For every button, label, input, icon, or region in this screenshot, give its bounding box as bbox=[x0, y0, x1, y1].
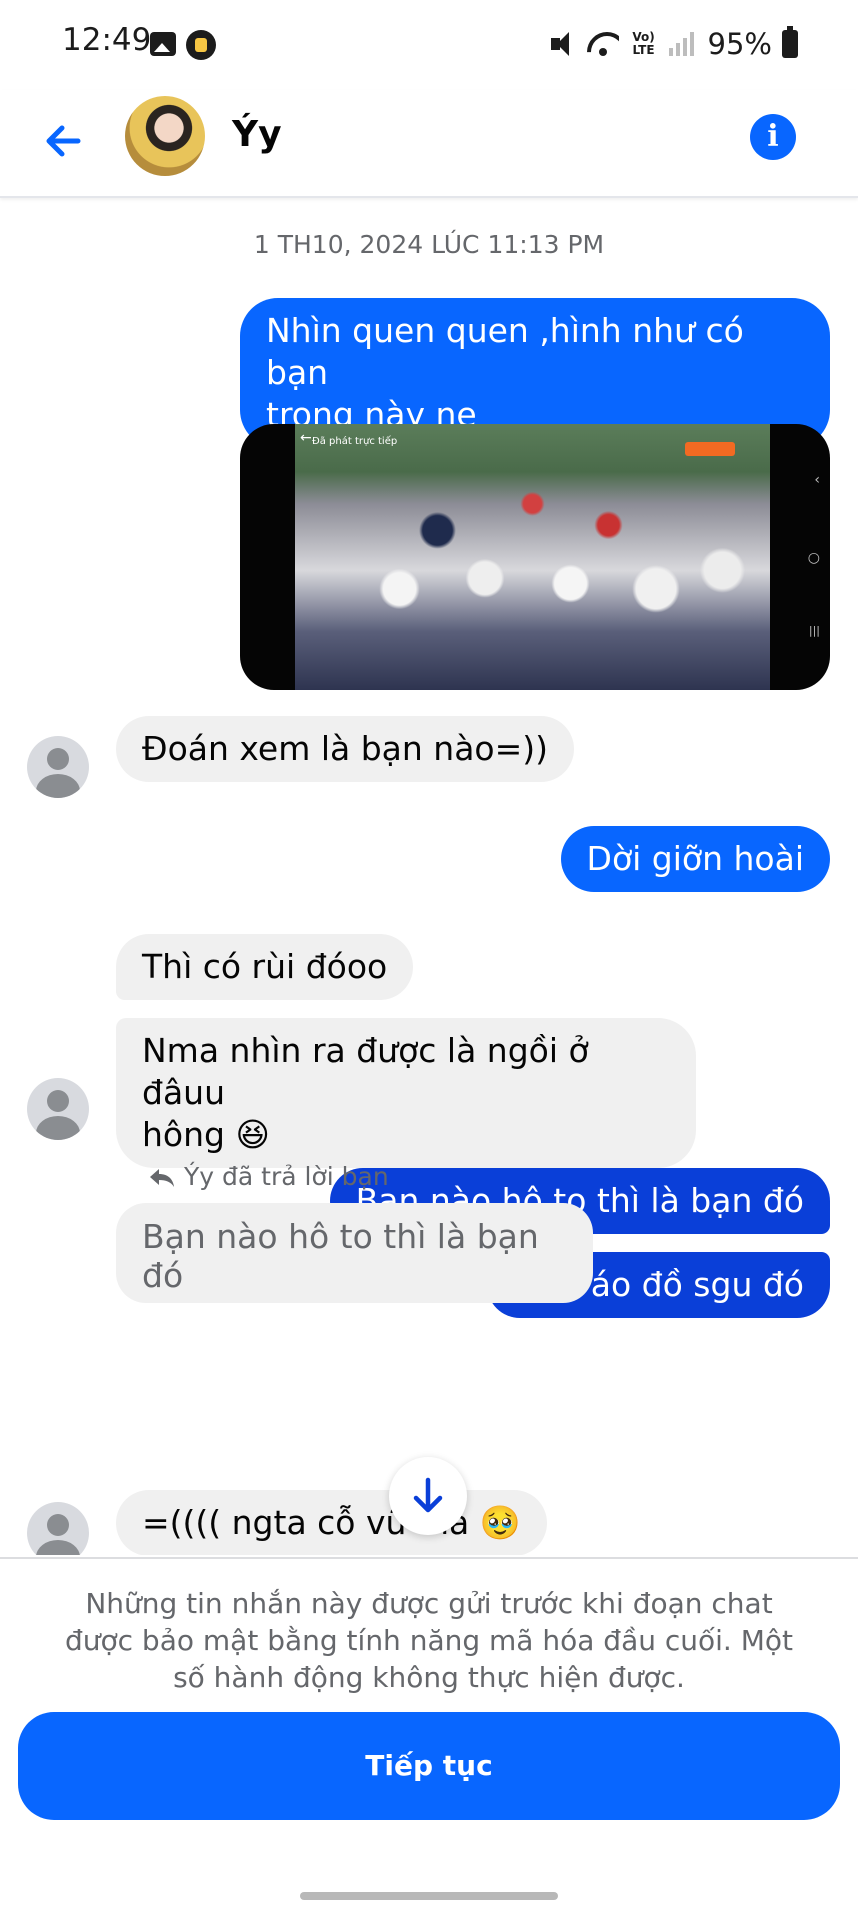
network-type: Vo) LTE bbox=[632, 30, 655, 57]
message-text: Dời giỡn hoài bbox=[586, 839, 804, 878]
conversation-timestamp: 1 TH10, 2024 LÚC 11:13 PM bbox=[253, 230, 605, 259]
status-time: 12:49 bbox=[62, 22, 152, 58]
contact-name[interactable]: Ýy bbox=[232, 114, 282, 155]
message-text: Nma nhìn ra được là ngồi ở đâuu bbox=[142, 1031, 589, 1112]
photo-nav-home: ○ bbox=[807, 550, 820, 566]
arrow-down-icon bbox=[413, 1477, 443, 1513]
encryption-notice-panel: Những tin nhắn này được gửi trước khi đo… bbox=[0, 1557, 858, 1908]
shared-photo[interactable]: ← Đã phát trực tiếp ‹ ○ ||| bbox=[240, 424, 830, 690]
sender-avatar[interactable] bbox=[27, 1078, 89, 1140]
arrow-left-icon bbox=[46, 125, 81, 157]
live-badge bbox=[685, 442, 735, 456]
continue-button[interactable]: Tiếp tục bbox=[18, 1712, 840, 1820]
info-icon: i bbox=[767, 119, 779, 154]
contact-avatar[interactable] bbox=[125, 96, 205, 176]
photo-overlay-label: Đã phát trực tiếp bbox=[312, 436, 398, 447]
message-text: Đoán xem là bạn nào=)) bbox=[142, 729, 549, 768]
photo-back-arrow: ← bbox=[300, 430, 312, 446]
photo-nav-recent: ||| bbox=[808, 624, 820, 637]
back-button[interactable] bbox=[38, 116, 88, 166]
message-incoming[interactable]: Nma nhìn ra được là ngồi ở đâuu hông 😆 bbox=[116, 1018, 696, 1168]
status-indicators: Vo) LTE 95% bbox=[549, 24, 798, 64]
encryption-notice: Những tin nhắn này được gửi trước khi đo… bbox=[64, 1587, 793, 1694]
message-text: Thì có rùi đóoo bbox=[142, 947, 388, 986]
message-list[interactable]: 1 TH10, 2024 LÚC 11:13 PM Nhìn quen quen… bbox=[0, 200, 858, 1555]
mute-icon bbox=[549, 30, 577, 58]
photo-scene bbox=[295, 424, 770, 690]
wifi-icon bbox=[587, 30, 619, 58]
quoted-text: Bạn nào hô to thì là bạn đó bbox=[142, 1217, 539, 1295]
message-incoming[interactable]: Thì có rùi đóoo bbox=[116, 934, 414, 1000]
message-text: Nhìn quen quen ,hình như có bạn bbox=[266, 311, 744, 392]
app-icon bbox=[186, 30, 216, 60]
message-incoming[interactable]: =(((( ngta cỗ vũ mà 🥹 bbox=[116, 1490, 547, 1555]
photo-nav-back: ‹ bbox=[814, 472, 820, 488]
message-incoming[interactable]: Đoán xem là bạn nào=)) bbox=[116, 716, 575, 782]
reply-label: Ýy đã trả lời bạn bbox=[184, 1162, 389, 1191]
reply-icon bbox=[150, 1168, 174, 1187]
sender-avatar[interactable] bbox=[27, 736, 89, 798]
message-outgoing[interactable]: Dời giỡn hoài bbox=[560, 826, 830, 892]
info-button[interactable]: i bbox=[750, 114, 796, 160]
gallery-icon bbox=[150, 32, 176, 56]
battery-level: 95% bbox=[707, 27, 772, 61]
reply-indicator: Ýy đã trả lời bạn bbox=[148, 1162, 389, 1191]
scroll-to-bottom-button[interactable] bbox=[389, 1457, 467, 1535]
sender-avatar[interactable] bbox=[27, 1502, 89, 1555]
signal-icon bbox=[668, 32, 694, 56]
quoted-message[interactable]: Bạn nào hô to thì là bạn đó bbox=[116, 1203, 593, 1303]
status-bar: 12:49 Vo) LTE 95% bbox=[0, 0, 858, 90]
home-indicator[interactable] bbox=[300, 1892, 558, 1900]
battery-icon bbox=[782, 26, 798, 58]
conversation-header: Ýy i bbox=[0, 90, 858, 198]
message-text: hông 😆 bbox=[142, 1115, 270, 1154]
